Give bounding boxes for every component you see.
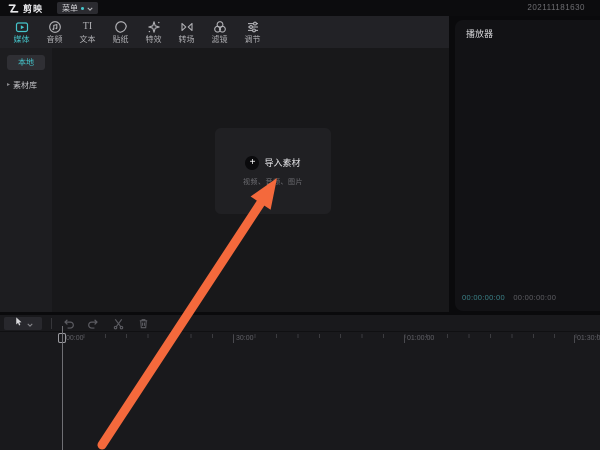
menu-button[interactable]: 菜单 [57, 2, 98, 14]
media-icon [15, 20, 29, 34]
tab-sticker[interactable]: 贴纸 [104, 16, 137, 48]
tab-media[interactable]: 媒体 [5, 16, 38, 48]
tab-label: 贴纸 [113, 35, 129, 44]
delete-button[interactable] [136, 316, 150, 330]
adjust-icon [246, 20, 260, 34]
triangle-right-icon: ▸ [7, 82, 10, 88]
sidebar-item-library[interactable]: ▸ 素材库 [0, 78, 52, 92]
sidebar-item-label: 素材库 [13, 80, 37, 91]
filter-icon [213, 20, 227, 34]
ruler-label: 00:00 [66, 335, 84, 343]
jianying-logo-icon [8, 3, 19, 14]
chevron-down-icon [27, 314, 33, 332]
tab-text[interactable]: TI 文本 [71, 16, 104, 48]
tab-filter[interactable]: 滤镜 [203, 16, 236, 48]
app-name: 剪映 [23, 2, 43, 15]
cursor-icon [14, 314, 23, 332]
transition-icon [180, 20, 194, 34]
tab-label: 媒体 [14, 35, 30, 44]
effects-icon [147, 20, 161, 34]
player-panel: 播放器 00:00:00:00 00:00:00:00 [455, 20, 600, 311]
select-tool-button[interactable] [4, 317, 42, 330]
total-timecode: 00:00:00:00 [513, 293, 556, 302]
tab-adjust[interactable]: 调节 [236, 16, 269, 48]
tab-label: 转场 [179, 35, 195, 44]
titlebar: 剪映 菜单 202111181630 [0, 0, 600, 16]
player-title: 播放器 [466, 27, 493, 40]
tab-label: 音频 [47, 35, 63, 44]
timeline-ruler[interactable]: 00:00 30:00 01:00:00 01:30:00 [0, 332, 600, 346]
app-logo: 剪映 [8, 2, 43, 15]
split-button[interactable] [111, 316, 125, 330]
timestamp-watermark: 202111181630 [527, 3, 585, 12]
ruler-label: 01:30:00 [574, 335, 600, 343]
ruler-label: 01:00:00 [404, 335, 434, 343]
tab-label: 文本 [80, 35, 96, 44]
toolbar-divider [51, 318, 52, 329]
sidebar-item-local[interactable]: 本地 [7, 55, 45, 70]
tab-effects[interactable]: 特效 [137, 16, 170, 48]
chevron-down-icon [87, 4, 93, 13]
trash-icon [137, 317, 150, 330]
current-timecode: 00:00:00:00 [462, 293, 505, 302]
import-hint: 视频、音频、图片 [243, 177, 303, 187]
undo-icon [62, 317, 75, 330]
menu-button-label: 菜单 [62, 3, 78, 14]
plus-icon: + [245, 156, 259, 170]
notification-dot-icon [81, 7, 84, 10]
redo-button[interactable] [86, 316, 100, 330]
import-label: 导入素材 [264, 156, 300, 169]
timeline-toolbar [0, 315, 600, 332]
timecode-display: 00:00:00:00 00:00:00:00 [462, 293, 556, 302]
media-content: + 导入素材 视频、音频、图片 [52, 48, 449, 312]
redo-icon [87, 317, 100, 330]
asset-tabbar: 媒体 音频 TI 文本 贴纸 特效 转场 [0, 16, 449, 48]
text-icon: TI [83, 20, 92, 34]
media-panel: 媒体 音频 TI 文本 贴纸 特效 转场 [0, 16, 449, 312]
import-dropzone[interactable]: + 导入素材 视频、音频、图片 [215, 128, 331, 214]
audio-icon [48, 20, 62, 34]
tab-audio[interactable]: 音频 [38, 16, 71, 48]
tab-label: 调节 [245, 35, 261, 44]
timeline-panel: 00:00 30:00 01:00:00 01:30:00 [0, 315, 600, 450]
scissors-icon [112, 317, 125, 330]
tab-label: 滤镜 [212, 35, 228, 44]
undo-button[interactable] [61, 316, 75, 330]
sticker-icon [114, 20, 128, 34]
ruler-label: 30:00 [233, 335, 254, 343]
import-button[interactable]: + 导入素材 [245, 156, 300, 170]
track-area[interactable] [0, 346, 600, 450]
media-body: 本地 ▸ 素材库 + 导入素材 视频、音频、图片 [0, 48, 449, 312]
tab-transition[interactable]: 转场 [170, 16, 203, 48]
tab-label: 特效 [146, 35, 162, 44]
ruler-ticks [62, 334, 600, 338]
timeline-tool-icons [61, 316, 150, 330]
media-sidebar: 本地 ▸ 素材库 [0, 48, 52, 312]
